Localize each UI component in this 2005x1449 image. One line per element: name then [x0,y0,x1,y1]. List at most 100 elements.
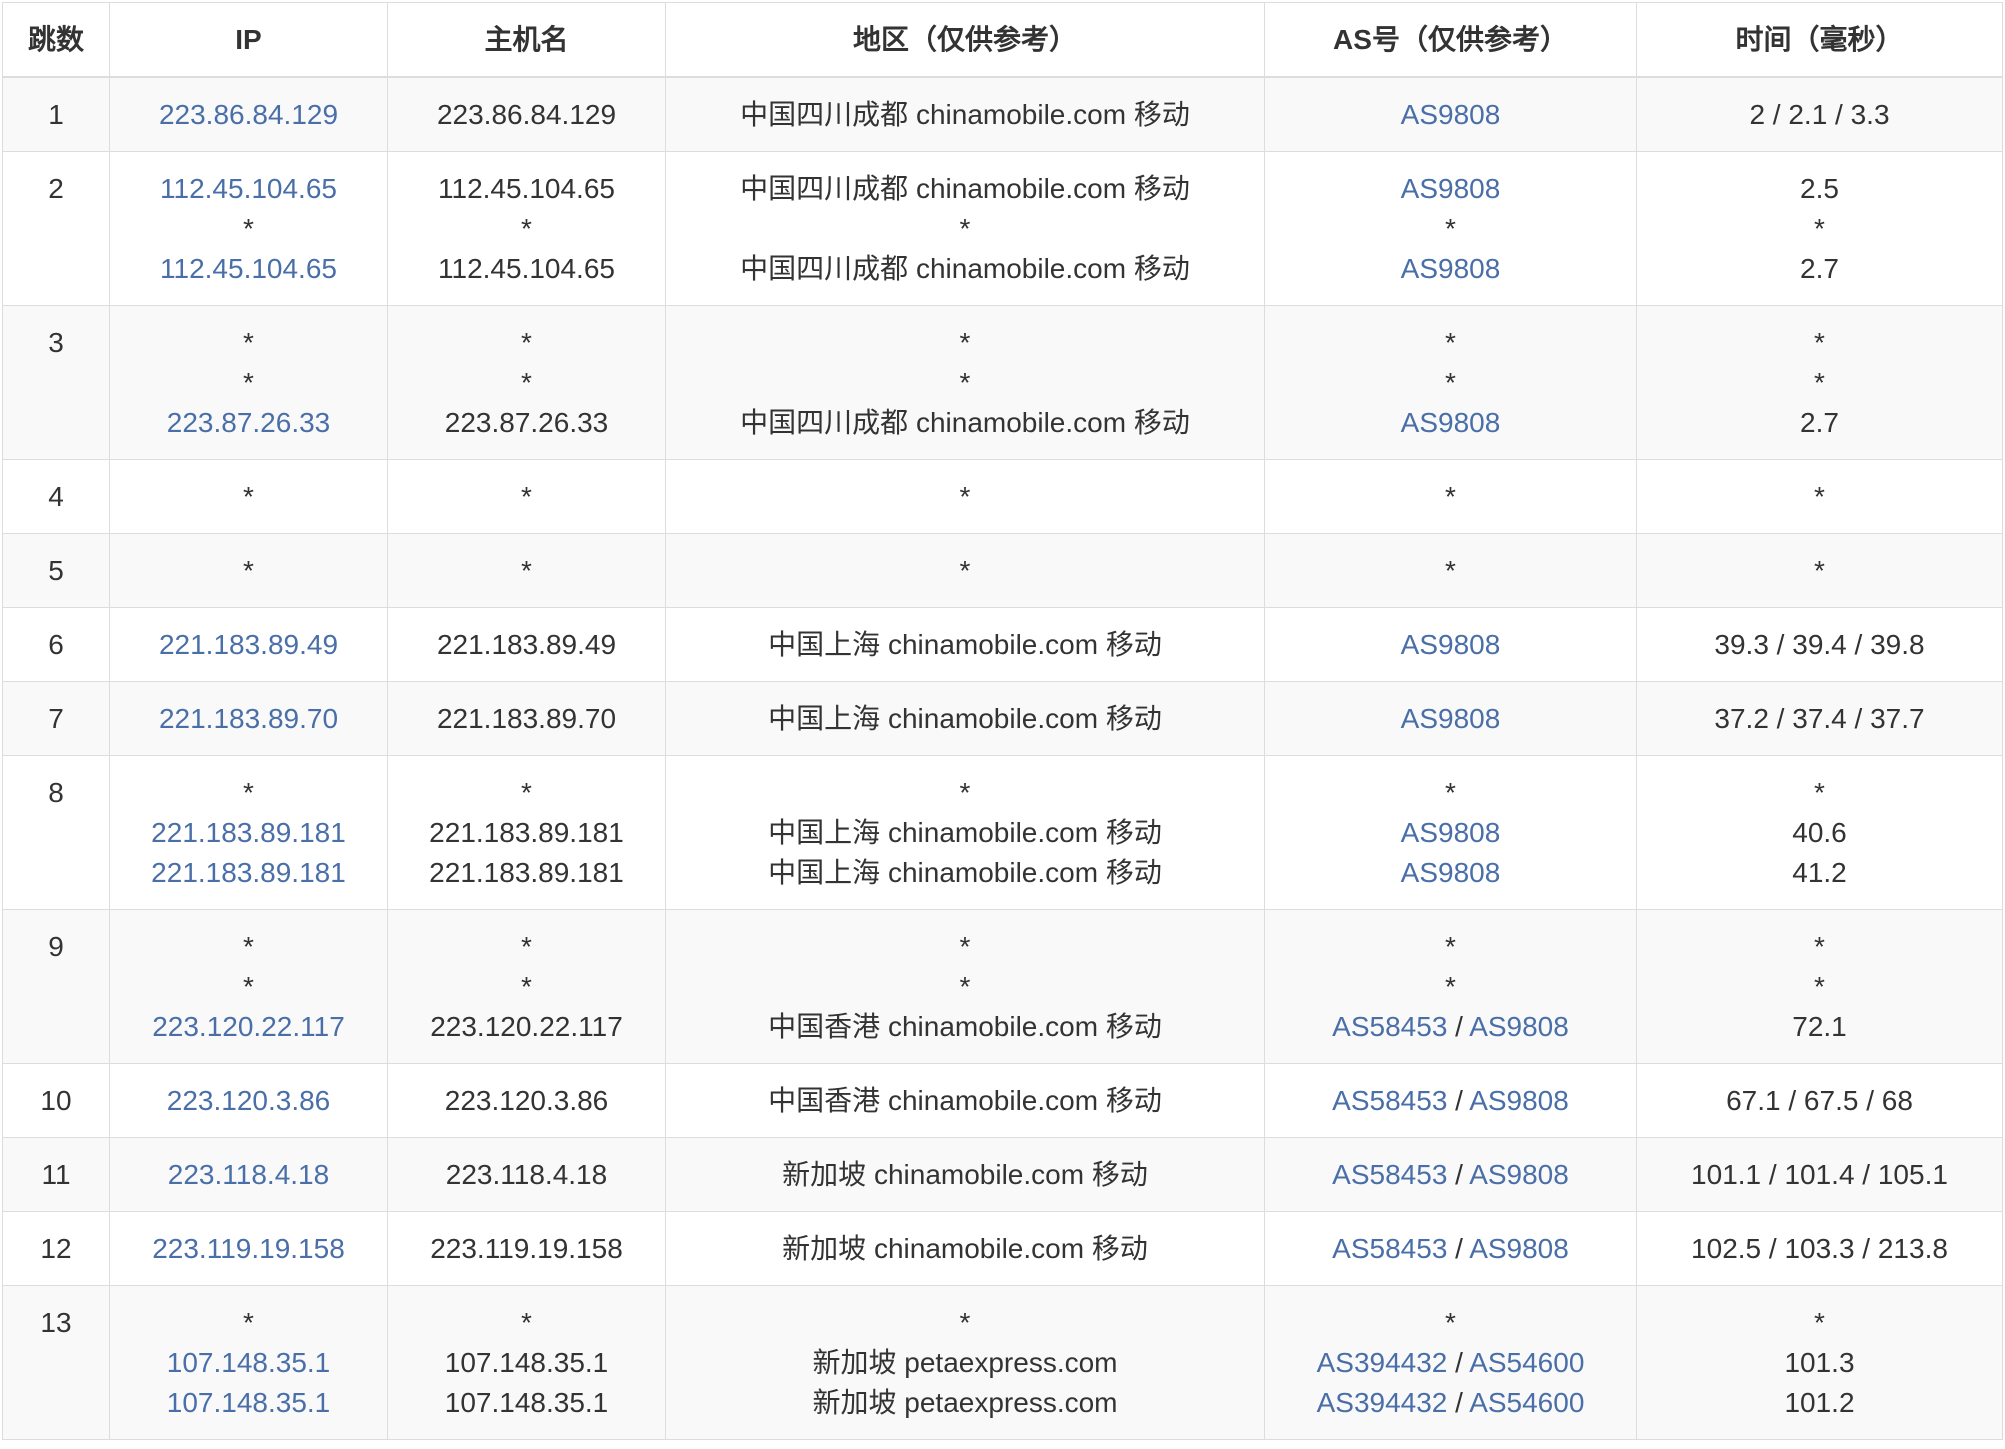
region-text: * [959,481,971,512]
as-link[interactable]: AS58453 [1332,1233,1447,1264]
region-cell: 新加坡 chinamobile.com 移动 [665,1137,1265,1212]
as-link[interactable]: AS394432 [1317,1347,1448,1378]
region-cell: * [665,533,1265,608]
as-link[interactable]: AS58453 [1332,1085,1447,1116]
as-link[interactable]: AS9808 [1469,1011,1569,1042]
as-link[interactable]: AS9808 [1401,703,1501,734]
as-link[interactable]: AS54600 [1469,1347,1584,1378]
as-link[interactable]: AS9808 [1401,629,1501,660]
header-row: 跳数 IP 主机名 地区（仅供参考） AS号（仅供参考） 时间（毫秒） [2,2,2003,78]
ip-link[interactable]: 221.183.89.181 [116,813,381,853]
region-text: 中国香港 chinamobile.com 移动 [768,1085,1162,1116]
ip-link[interactable]: 223.120.3.86 [116,1081,381,1121]
as-link[interactable]: AS394432 [1317,1387,1448,1418]
hostname-cell: 223.120.3.86 [387,1063,666,1138]
time-text: 2.5 [1800,173,1839,204]
ip-link[interactable]: 223.86.84.129 [116,95,381,135]
hostname-cell: 112.45.104.65 * 112.45.104.65 [387,151,666,306]
as-link[interactable]: AS9808 [1401,817,1501,848]
region-text: 中国四川成都 chinamobile.com 移动 [740,253,1190,284]
as-cell: * * AS9808 [1264,305,1637,460]
region-text: 中国上海 chinamobile.com 移动 [768,857,1162,888]
hostname-text: * [521,481,532,512]
hop-number: 7 [2,681,110,756]
time-text: 2 / 2.1 / 3.3 [1749,99,1890,130]
as-link[interactable]: AS9808 [1401,407,1501,438]
region-cell: 中国上海 chinamobile.com 移动 [665,607,1265,682]
region-text: 中国上海 chinamobile.com 移动 [768,703,1162,734]
ip-unknown: * [243,1307,254,1338]
as-link[interactable]: AS54600 [1469,1387,1584,1418]
hostname-text: * [521,555,532,586]
hop-row: 5 * * * * * [2,533,2003,608]
hostname-text: * [521,931,532,962]
hostname-text: 223.118.4.18 [445,1159,608,1190]
ip-link[interactable]: 221.183.89.181 [116,853,381,893]
ip-link[interactable]: 223.120.22.117 [116,1007,381,1047]
as-unknown: * [1445,777,1456,808]
ip-unknown: * [243,213,254,244]
as-link[interactable]: AS9808 [1401,857,1501,888]
hostname-text: 223.120.22.117 [430,1011,623,1042]
time-text: * [1814,367,1825,398]
as-link[interactable]: AS9808 [1401,253,1501,284]
hostname-text: * [521,777,532,808]
region-text: * [959,555,971,586]
ip-unknown: * [243,481,254,512]
ip-link[interactable]: 107.148.35.1 [116,1343,381,1383]
ip-link[interactable]: 223.87.26.33 [116,403,381,443]
time-cell: * [1636,459,2003,534]
region-text: * [959,367,971,398]
hostname-cell: 223.119.19.158 [387,1211,666,1286]
hop-row: 9 * * 223.120.22.117 * * 223.120.22.117 … [2,909,2003,1064]
hop-row: 4 * * * * * [2,459,2003,534]
hop-row: 6 221.183.89.49 221.183.89.49 中国上海 china… [2,607,2003,682]
as-link[interactable]: AS9808 [1401,99,1501,130]
time-text: * [1814,1307,1825,1338]
region-cell: * [665,459,1265,534]
as-list: AS9808 [1271,853,1630,893]
hostname-text: * [521,367,532,398]
region-text: 新加坡 chinamobile.com 移动 [782,1233,1148,1264]
as-link[interactable]: AS9808 [1401,173,1501,204]
as-cell: AS58453 / AS9808 [1264,1137,1637,1212]
hostname-cell: * [387,533,666,608]
hop-row: 7 221.183.89.70 221.183.89.70 中国上海 china… [2,681,2003,756]
as-link[interactable]: AS58453 [1332,1011,1447,1042]
region-cell: * 新加坡 petaexpress.com 新加坡 petaexpress.co… [665,1285,1265,1440]
hop-number: 9 [2,909,110,1064]
time-text: * [1814,213,1825,244]
as-list: AS58453 / AS9808 [1271,1081,1630,1121]
ip-link[interactable]: 112.45.104.65 [116,169,381,209]
header-hop: 跳数 [2,2,110,78]
ip-link[interactable]: 112.45.104.65 [116,249,381,289]
as-cell: AS58453 / AS9808 [1264,1211,1637,1286]
as-link[interactable]: AS9808 [1469,1233,1569,1264]
as-link[interactable]: AS9808 [1469,1085,1569,1116]
ip-link[interactable]: 107.148.35.1 [116,1383,381,1423]
time-text: * [1814,327,1825,358]
region-text: 中国四川成都 chinamobile.com 移动 [740,173,1190,204]
hop-number: 11 [2,1137,110,1212]
time-cell: 102.5 / 103.3 / 213.8 [1636,1211,2003,1286]
as-unknown: * [1445,1307,1456,1338]
ip-cell: * 107.148.35.1 107.148.35.1 [109,1285,388,1440]
region-cell: 中国上海 chinamobile.com 移动 [665,681,1265,756]
as-cell: AS9808 [1264,76,1637,152]
ip-unknown: * [243,367,254,398]
ip-cell: 112.45.104.65 * 112.45.104.65 [109,151,388,306]
as-link[interactable]: AS9808 [1469,1159,1569,1190]
hop-number: 4 [2,459,110,534]
time-text: 2.7 [1800,407,1839,438]
as-link[interactable]: AS58453 [1332,1159,1447,1190]
time-cell: * 101.3 101.2 [1636,1285,2003,1440]
hop-row: 12 223.119.19.158 223.119.19.158 新加坡 chi… [2,1211,2003,1286]
ip-unknown: * [243,931,254,962]
time-cell: 2 / 2.1 / 3.3 [1636,76,2003,152]
ip-link[interactable]: 221.183.89.70 [116,699,381,739]
ip-link[interactable]: 223.118.4.18 [116,1155,381,1195]
time-text: * [1814,971,1825,1002]
hostname-text: 112.45.104.65 [438,253,615,284]
ip-link[interactable]: 223.119.19.158 [116,1229,381,1269]
ip-link[interactable]: 221.183.89.49 [116,625,381,665]
